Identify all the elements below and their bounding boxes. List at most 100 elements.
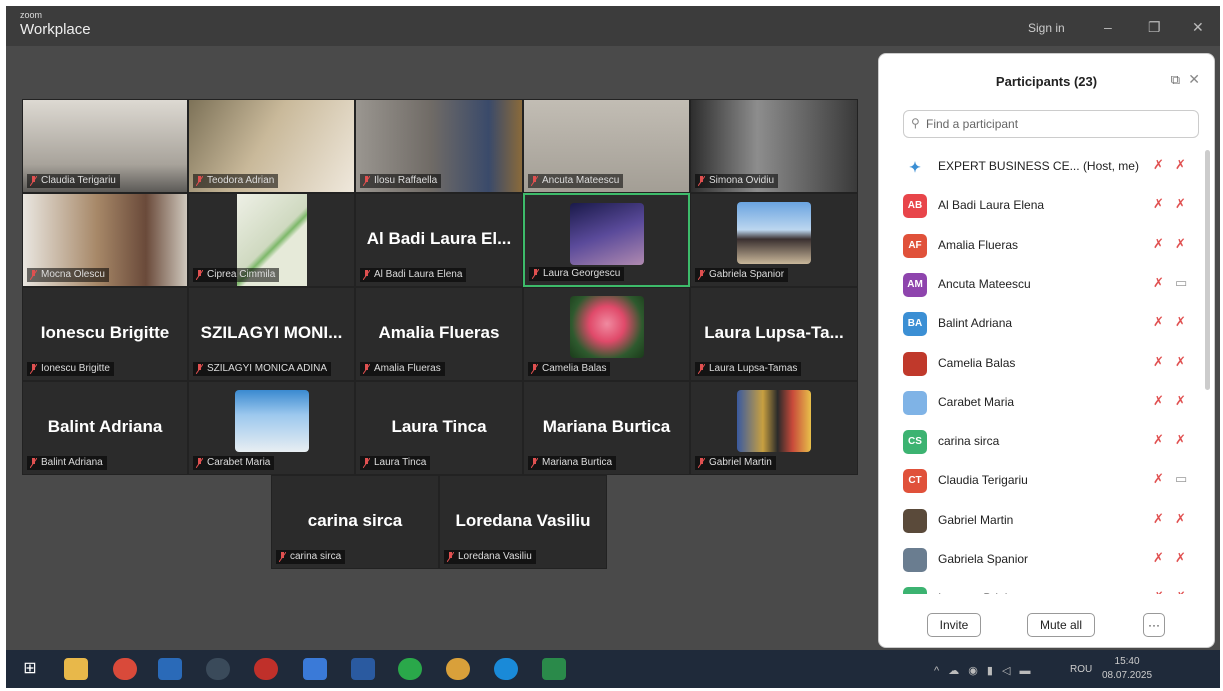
muted-mic-icon[interactable]: ✗ [1153,393,1164,409]
camera-icon[interactable]: ✗ [1175,236,1186,252]
name-tile[interactable]: Laura Tinca Laura Tinca [355,381,523,475]
muted-mic-icon [196,458,203,468]
edge-icon[interactable] [494,658,518,680]
more-options-button[interactable]: ··· [1143,613,1165,637]
name-tile[interactable]: Amalia Flueras Amalia Flueras [355,287,523,381]
muted-mic-icon [30,270,37,280]
camera-icon[interactable]: ▭ [1175,275,1187,291]
word-icon[interactable] [351,658,375,680]
muted-mic-icon[interactable]: ✗ [1153,354,1164,370]
sign-in-button[interactable]: Sign in [1028,21,1065,35]
language-indicator[interactable]: ROU [1070,664,1092,675]
excel-icon[interactable] [542,658,566,680]
name-tile[interactable]: carina sirca carina sirca [271,475,439,569]
name-tile[interactable]: Ionescu Brigitte Ionescu Brigitte [22,287,188,381]
tile-label: SZILAGYI MONICA ADINA [193,362,332,376]
muted-mic-icon[interactable]: ✗ [1153,471,1164,487]
muted-mic-icon[interactable]: ✗ [1153,589,1164,594]
camera-icon[interactable]: ✗ [1175,314,1186,330]
clock[interactable]: 15:40 08.07.2025 [1102,655,1152,683]
video-tile[interactable]: Gabriel Martin [690,381,858,475]
name-tile[interactable]: SZILAGYI MONI... SZILAGYI MONICA ADINA [188,287,355,381]
muted-mic-icon[interactable]: ✗ [1153,511,1164,527]
camera-icon[interactable]: ✗ [1175,196,1186,212]
participant-name: carina sirca [307,510,403,530]
camera-icon[interactable]: ▭ [1175,471,1187,487]
chrome-alt-icon[interactable] [446,658,470,680]
tile-label: Teodora Adrian [193,174,279,188]
participant-name: Al Badi Laura Elena [938,198,1045,213]
camera-icon[interactable]: ✗ [1175,157,1186,173]
video-tile[interactable]: Claudia Terigariu [22,99,188,193]
system-tray-icons[interactable]: ^ ☁ ◉ ▮ ◁ ▬ [934,664,1034,677]
participant-row[interactable]: Camelia Balas ✗ ✗ [879,343,1203,382]
name-tile[interactable]: Mariana Burtica Mariana Burtica [523,381,690,475]
app-icon[interactable] [206,658,230,680]
video-tile[interactable]: Camelia Balas [523,287,690,381]
participant-row[interactable]: Carabet Maria ✗ ✗ [879,382,1203,421]
tile-label: Simona Ovidiu [695,174,779,188]
muted-mic-icon[interactable]: ✗ [1153,236,1164,252]
participant-row[interactable]: IB Ionescu Brigitte ✗ ✗ [879,578,1203,594]
video-tile[interactable]: Carabet Maria [188,381,355,475]
camera-icon[interactable]: ✗ [1175,550,1186,566]
camera-icon[interactable]: ✗ [1175,589,1186,594]
avatar: AM [903,272,927,297]
camera-icon[interactable]: ✗ [1175,393,1186,409]
video-tile[interactable]: Ilosu Raffaella [355,99,523,193]
name-tile[interactable]: Loredana Vasiliu Loredana Vasiliu [439,475,607,569]
mute-all-button[interactable]: Mute all [1027,613,1095,637]
video-tile[interactable]: Ancuta Mateescu [523,99,690,193]
name-tile[interactable]: Laura Lupsa-Ta... Laura Lupsa-Tamas [690,287,858,381]
muted-mic-icon[interactable]: ✗ [1153,196,1164,212]
video-tile[interactable]: Mocna Olescu [22,193,188,287]
invite-button[interactable]: Invite [927,613,981,637]
muted-mic-icon[interactable]: ✗ [1153,432,1164,448]
popout-icon[interactable]: ⧉ [1171,72,1180,88]
participant-row[interactable]: Gabriel Martin ✗ ✗ [879,500,1203,539]
video-tile[interactable]: Gabriela Spanior [690,193,858,287]
camera-icon[interactable]: ✗ [1175,511,1186,527]
search-participant-input[interactable]: ⚲ Find a participant [903,110,1199,138]
outlook-icon[interactable] [158,658,182,680]
active-speaker-tile[interactable]: Laura Georgescu [523,193,690,287]
participant-name: Laura Lupsa-Ta... [704,322,844,342]
muted-mic-icon[interactable]: ✗ [1153,275,1164,291]
muted-mic-icon[interactable]: ✗ [1153,550,1164,566]
participant-name: carina sirca [938,434,1000,449]
participant-row[interactable]: Gabriela Spanior ✗ ✗ [879,539,1203,578]
participant-name: Ionescu Brigitte [938,591,1021,594]
video-tile[interactable]: Simona Ovidiu [690,99,858,193]
avatar: CS [903,430,927,455]
file-explorer-icon[interactable] [64,658,88,680]
start-icon[interactable]: ⊞ [18,658,42,680]
participant-row[interactable]: AB Al Badi Laura Elena ✗ ✗ [879,185,1203,224]
app-red-icon[interactable] [254,658,278,680]
close-panel-icon[interactable]: ✕ [1188,71,1200,88]
participant-name: Al Badi Laura El... [366,228,512,248]
camera-icon[interactable]: ✗ [1175,354,1186,370]
participant-row[interactable]: BA Balint Adriana ✗ ✗ [879,303,1203,342]
muted-mic-icon[interactable]: ✗ [1153,314,1164,330]
whatsapp-icon[interactable] [398,658,422,680]
participant-row[interactable]: CT Claudia Terigariu ✗ ▭ [879,460,1203,499]
participant-row[interactable]: CS carina sirca ✗ ✗ [879,421,1203,460]
zoom-taskbar-icon[interactable] [303,658,327,680]
restore-button[interactable]: ❐ [1148,19,1161,36]
chrome-icon[interactable] [113,658,137,680]
participant-list-scrollbar[interactable] [1205,150,1210,390]
participant-row[interactable]: ✦ EXPERT BUSINESS CE... (Host, me) ✗ ✗ [879,146,1203,185]
participant-row[interactable]: AF Amalia Flueras ✗ ✗ [879,225,1203,264]
tile-label: Camelia Balas [528,362,611,376]
participant-row[interactable]: AM Ancuta Mateescu ✗ ▭ [879,264,1203,303]
participant-name: Amalia Flueras [938,237,1019,252]
camera-icon[interactable]: ✗ [1175,432,1186,448]
muted-mic-icon[interactable]: ✗ [1153,157,1164,173]
name-tile[interactable]: Balint Adriana Balint Adriana [22,381,188,475]
participant-name: Loredana Vasiliu [455,510,591,530]
minimize-button[interactable]: – [1104,19,1112,35]
video-tile[interactable]: Ciprea Cimmila [188,193,355,287]
name-tile[interactable]: Al Badi Laura El... Al Badi Laura Elena [355,193,523,287]
close-window-button[interactable]: ✕ [1192,19,1204,36]
video-tile[interactable]: Teodora Adrian [188,99,355,193]
